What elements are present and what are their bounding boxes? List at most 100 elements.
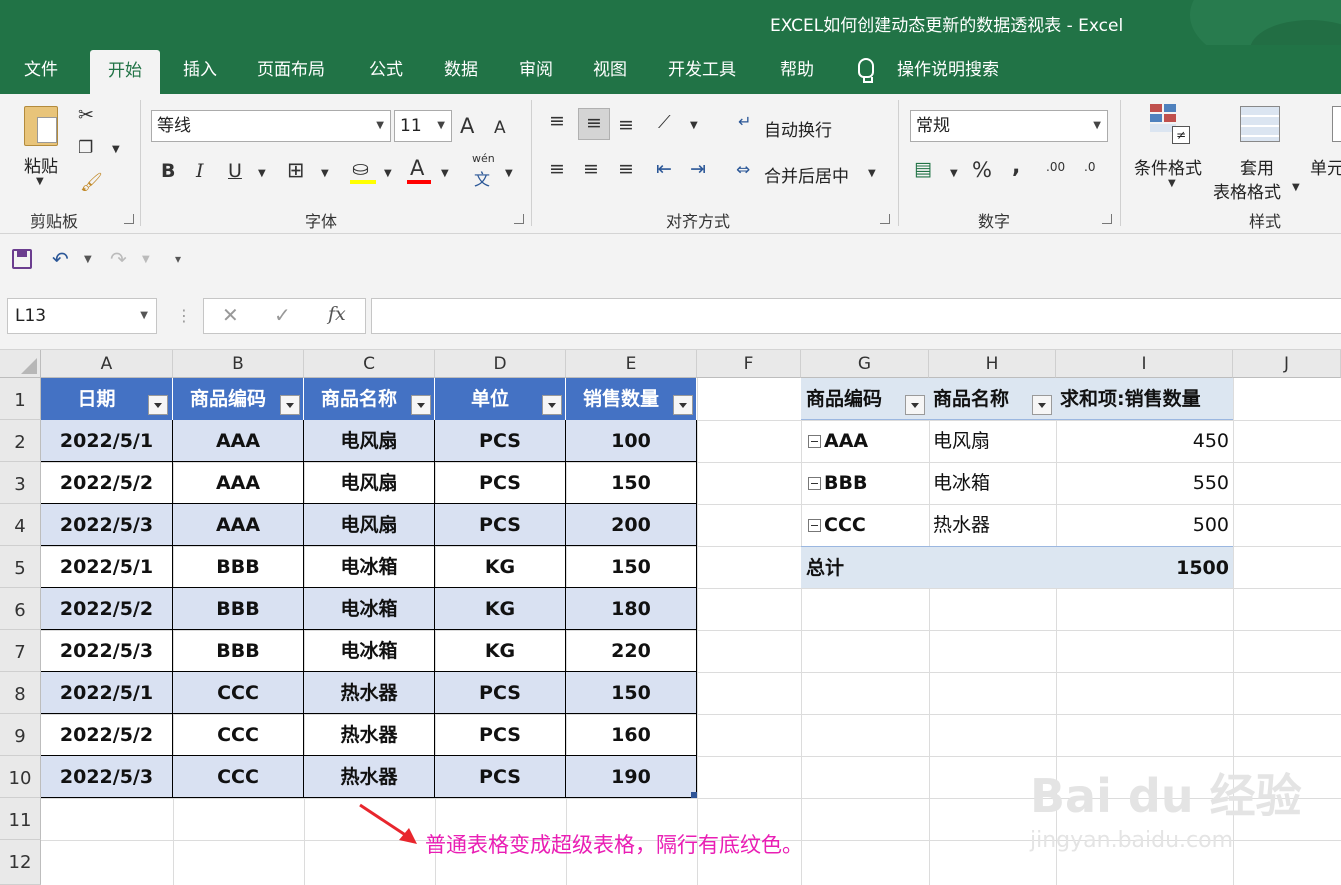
collapse-icon[interactable] <box>808 519 821 532</box>
font-launcher-icon[interactable] <box>514 214 524 224</box>
pivot-total-value[interactable]: 1500 <box>1056 546 1233 588</box>
cancel-icon[interactable]: ✕ <box>222 303 239 327</box>
table-cell[interactable]: 100 <box>566 420 697 462</box>
format-table-button[interactable]: 表格格式 <box>1213 178 1281 203</box>
row-header-2[interactable]: 2 <box>0 420 41 462</box>
row-header-5[interactable]: 5 <box>0 546 41 588</box>
redo-dropdown-icon[interactable]: ▼ <box>142 254 150 265</box>
tab-page-layout[interactable]: 页面布局 <box>257 45 325 94</box>
number-format-combo[interactable]: 常规 ▼ <box>910 110 1108 142</box>
increase-decimal-button[interactable]: .00 <box>1046 160 1065 174</box>
decrease-indent-icon[interactable]: ⇤ <box>656 158 672 180</box>
conditional-dropdown-icon[interactable]: ▼ <box>1168 178 1176 189</box>
collapse-icon[interactable] <box>808 477 821 490</box>
table-cell[interactable]: 2022/5/1 <box>41 420 173 462</box>
table-cell[interactable]: 电冰箱 <box>304 630 435 672</box>
tab-insert[interactable]: 插入 <box>183 45 217 94</box>
table-cell[interactable]: 2022/5/3 <box>41 504 173 546</box>
borders-icon[interactable]: ⊞ <box>287 158 305 182</box>
column-header-i[interactable]: I <box>1056 350 1233 378</box>
grow-font-icon[interactable]: A <box>460 114 474 138</box>
column-header-f[interactable]: F <box>697 350 801 378</box>
align-center-icon[interactable]: ≡ <box>583 158 599 180</box>
borders-dropdown-icon[interactable]: ▼ <box>321 168 329 179</box>
pivot-row-sum[interactable]: 550 <box>1056 462 1233 504</box>
table-cell[interactable]: KG <box>435 588 566 630</box>
wrap-text-button[interactable]: 自动换行 <box>764 116 832 141</box>
name-box[interactable]: L13 ▼ <box>7 298 157 334</box>
column-header-a[interactable]: A <box>41 350 173 378</box>
phonetic-top[interactable]: wén <box>472 152 495 165</box>
column-header-e[interactable]: E <box>566 350 697 378</box>
currency-icon[interactable]: ▤ <box>914 158 932 180</box>
pivot-filter-dropdown-icon[interactable] <box>905 395 925 415</box>
format-table-icon[interactable] <box>1240 106 1280 142</box>
currency-dropdown-icon[interactable]: ▼ <box>950 168 958 179</box>
pivot-row-sum[interactable]: 500 <box>1056 504 1233 546</box>
table-cell[interactable]: KG <box>435 546 566 588</box>
insert-function-button[interactable]: fx <box>328 303 346 325</box>
pivot-header-sum[interactable]: 求和项:销售数量 <box>1056 378 1233 420</box>
number-launcher-icon[interactable] <box>1102 214 1112 224</box>
merge-center-icon[interactable]: ⇔ <box>736 160 750 180</box>
table-cell[interactable]: 电风扇 <box>304 504 435 546</box>
merge-center-button[interactable]: 合并后居中 <box>764 162 849 187</box>
table-cell[interactable]: 150 <box>566 462 697 504</box>
tab-data[interactable]: 数据 <box>444 45 478 94</box>
row-header-10[interactable]: 10 <box>0 756 41 798</box>
underline-dropdown-icon[interactable]: ▼ <box>258 168 266 179</box>
column-header-h[interactable]: H <box>929 350 1056 378</box>
table-cell[interactable]: CCC <box>173 672 304 714</box>
pivot-filter-dropdown-icon[interactable] <box>1032 395 1052 415</box>
lightbulb-icon[interactable] <box>858 58 874 83</box>
table-cell[interactable]: 电风扇 <box>304 462 435 504</box>
row-header-4[interactable]: 4 <box>0 504 41 546</box>
redo-icon[interactable]: ↷ <box>110 247 127 271</box>
row-header-8[interactable]: 8 <box>0 672 41 714</box>
table-cell[interactable]: 190 <box>566 756 697 798</box>
pivot-row-name[interactable]: 电冰箱 <box>929 462 1056 504</box>
tab-developer[interactable]: 开发工具 <box>668 45 736 94</box>
paste-dropdown-icon[interactable]: ▼ <box>36 176 44 187</box>
italic-button[interactable]: I <box>196 160 204 182</box>
paste-button[interactable]: 粘贴 <box>24 152 58 177</box>
table-cell[interactable]: 180 <box>566 588 697 630</box>
row-header-9[interactable]: 9 <box>0 714 41 756</box>
format-table-dropdown-icon[interactable]: ▼ <box>1292 182 1300 193</box>
table-cell[interactable]: 160 <box>566 714 697 756</box>
filter-dropdown-icon[interactable] <box>542 395 562 415</box>
table-cell[interactable]: BBB <box>173 588 304 630</box>
table-cell[interactable]: 2022/5/2 <box>41 588 173 630</box>
table-cell[interactable]: BBB <box>173 546 304 588</box>
conditional-format-icon[interactable]: ≠ <box>1150 104 1190 144</box>
table-cell[interactable]: 2022/5/3 <box>41 756 173 798</box>
table-cell[interactable]: 2022/5/1 <box>41 672 173 714</box>
tab-file[interactable]: 文件 <box>24 45 58 94</box>
clipboard-launcher-icon[interactable] <box>124 214 134 224</box>
fill-color-icon[interactable]: ⛀ <box>352 156 369 180</box>
pivot-row-name[interactable]: 电风扇 <box>929 420 1056 462</box>
table-cell[interactable]: 2022/5/2 <box>41 462 173 504</box>
table-cell[interactable]: 电冰箱 <box>304 588 435 630</box>
shrink-font-icon[interactable]: A <box>494 118 506 138</box>
tab-review[interactable]: 审阅 <box>519 45 553 94</box>
bold-button[interactable]: B <box>161 160 175 182</box>
table-cell[interactable]: AAA <box>173 420 304 462</box>
align-left-icon[interactable]: ≡ <box>549 158 565 180</box>
table-resize-handle[interactable] <box>691 792 697 798</box>
pivot-row-code[interactable]: BBB <box>801 462 929 504</box>
column-header-b[interactable]: B <box>173 350 304 378</box>
table-cell[interactable]: 电风扇 <box>304 420 435 462</box>
table-cell[interactable]: CCC <box>173 756 304 798</box>
tab-view[interactable]: 视图 <box>593 45 627 94</box>
save-icon[interactable] <box>12 249 32 269</box>
font-color-button[interactable]: A <box>410 156 424 180</box>
table-cell[interactable]: 电冰箱 <box>304 546 435 588</box>
copy-icon[interactable]: ❐ <box>78 138 93 158</box>
table-cell[interactable]: 热水器 <box>304 714 435 756</box>
orientation-dropdown-icon[interactable]: ▼ <box>690 120 698 131</box>
pivot-total-label[interactable]: 总计 <box>801 546 1056 588</box>
conditional-format-button[interactable]: 条件格式 <box>1134 154 1202 179</box>
filter-dropdown-icon[interactable] <box>280 395 300 415</box>
table-cell[interactable]: 150 <box>566 546 697 588</box>
